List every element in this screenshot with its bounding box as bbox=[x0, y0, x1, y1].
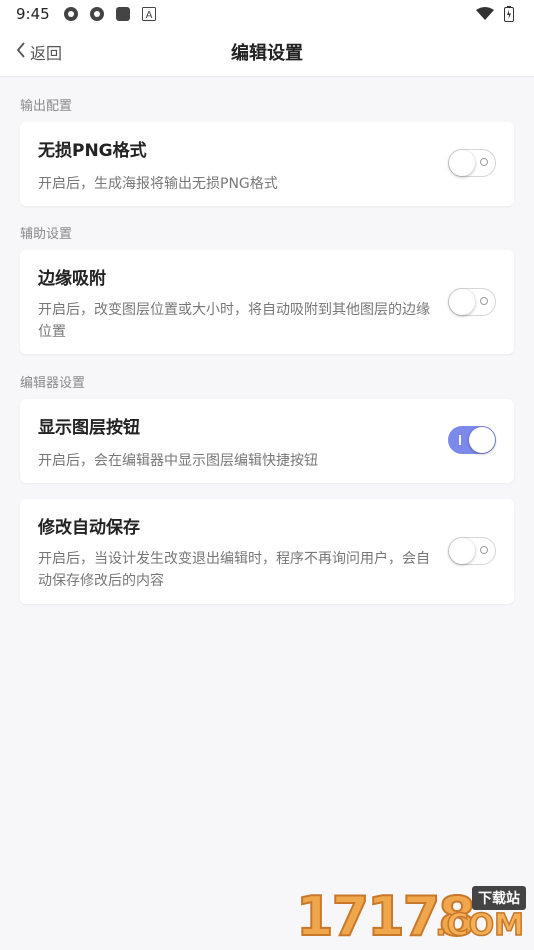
setting-desc: 开启后，当设计发生改变退出编辑时，程序不再询问用户，会自动保存修改后的内容 bbox=[38, 551, 430, 589]
square-app-icon bbox=[114, 5, 132, 23]
toggle-knob bbox=[449, 150, 475, 176]
app-header: 返回 编辑设置 bbox=[0, 28, 534, 77]
watermark-suffix: .COM bbox=[434, 908, 524, 943]
battery-icon bbox=[500, 5, 518, 23]
toggle-on-indicator-icon bbox=[459, 435, 461, 445]
app-notification-icon bbox=[88, 5, 106, 23]
toggle-off-indicator-icon bbox=[480, 158, 488, 166]
setting-card-edge-snap: 边缘吸附 开启后，改变图层位置或大小时，将自动吸附到其他图层的边缘位置 bbox=[20, 250, 514, 354]
setting-desc: 开启后，改变图层位置或大小时，将自动吸附到其他图层的边缘位置 bbox=[38, 302, 430, 340]
section-label-editor: 编辑器设置 bbox=[20, 376, 86, 391]
page-title: 编辑设置 bbox=[231, 43, 303, 64]
toggle-knob bbox=[469, 427, 495, 453]
svg-text:A: A bbox=[145, 10, 152, 21]
edge-snap-toggle[interactable] bbox=[448, 288, 496, 316]
watermark-tag: 下载站 bbox=[472, 886, 526, 910]
setting-card-lossless-png: 无损PNG格式 开启后，生成海报将输出无损PNG格式 bbox=[20, 122, 514, 206]
status-bar: 9:45 A bbox=[0, 0, 534, 28]
chevron-left-icon bbox=[16, 42, 26, 62]
layer-button-toggle[interactable] bbox=[448, 426, 496, 454]
lossless-png-toggle[interactable] bbox=[448, 149, 496, 177]
setting-card-auto-save: 修改自动保存 开启后，当设计发生改变退出编辑时，程序不再询问用户，会自动保存修改… bbox=[20, 499, 514, 604]
a-app-icon: A bbox=[140, 5, 158, 23]
toggle-off-indicator-icon bbox=[480, 546, 488, 554]
section-label-output: 输出配置 bbox=[20, 99, 73, 114]
auto-save-toggle[interactable] bbox=[448, 537, 496, 565]
toggle-knob bbox=[449, 538, 475, 564]
status-time: 9:45 bbox=[16, 5, 50, 23]
site-watermark-logo: 17178 下载站 .COM bbox=[295, 886, 526, 946]
setting-title: 无损PNG格式 bbox=[38, 141, 147, 161]
toggle-off-indicator-icon bbox=[480, 297, 488, 305]
setting-card-layer-button: 显示图层按钮 开启后，会在编辑器中显示图层编辑快捷按钮 bbox=[20, 399, 514, 483]
setting-title: 修改自动保存 bbox=[38, 518, 140, 538]
toggle-knob bbox=[449, 289, 475, 315]
status-left: 9:45 A bbox=[16, 5, 158, 23]
status-right bbox=[476, 5, 518, 23]
app-notification-icon bbox=[62, 5, 80, 23]
wifi-icon bbox=[476, 5, 494, 23]
back-label: 返回 bbox=[30, 44, 63, 63]
setting-title: 边缘吸附 bbox=[38, 269, 106, 289]
setting-desc: 开启后，会在编辑器中显示图层编辑快捷按钮 bbox=[38, 453, 318, 469]
section-label-assist: 辅助设置 bbox=[20, 227, 73, 242]
back-button[interactable]: 返回 bbox=[16, 28, 62, 76]
setting-title: 显示图层按钮 bbox=[38, 418, 140, 438]
setting-desc: 开启后，生成海报将输出无损PNG格式 bbox=[38, 176, 278, 192]
